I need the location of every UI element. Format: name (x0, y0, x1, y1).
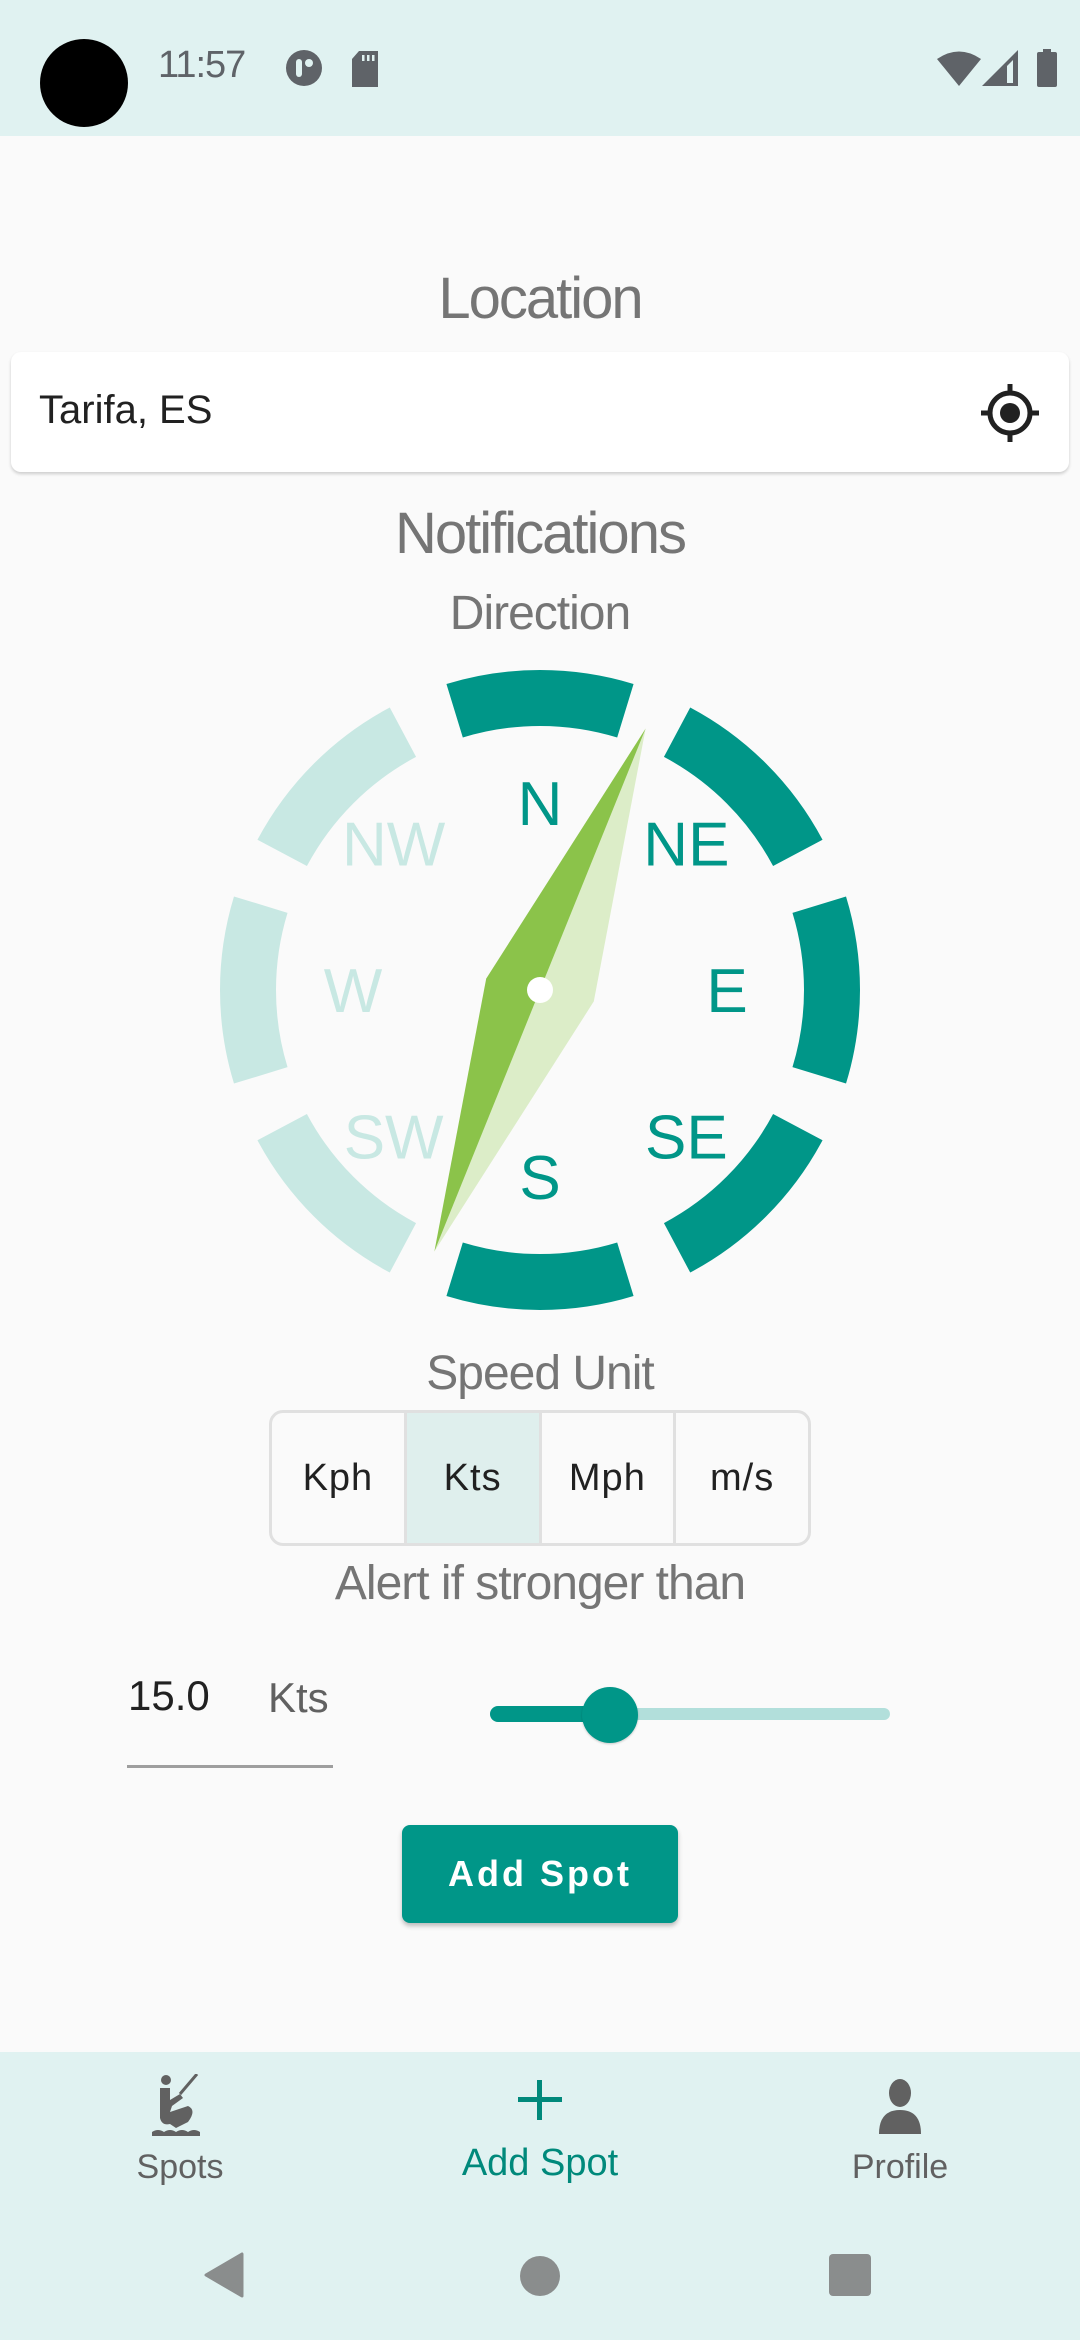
location-title: Location (438, 266, 643, 331)
compass-label-ne[interactable]: NE (643, 811, 729, 880)
alert-speed-input[interactable]: 15.0 (128, 1672, 210, 1720)
unit-button-kph[interactable]: Kph (272, 1413, 407, 1543)
compass-label-n[interactable]: N (518, 770, 563, 839)
nav-item-profile[interactable]: Profile (720, 2052, 1080, 2212)
slider-thumb[interactable] (582, 1687, 638, 1743)
bottom-navigation: Spots Add Spot Profile (0, 2052, 1080, 2212)
notifications-title: Notifications (395, 501, 687, 566)
back-icon[interactable] (204, 2252, 244, 2303)
nav-label-profile: Profile (851, 2148, 949, 2186)
needle-pivot (527, 977, 553, 1003)
compass-label-e[interactable]: E (706, 957, 747, 1026)
clock: 11:57 (158, 44, 246, 86)
speed-input-underline (127, 1765, 333, 1768)
sd-card-icon (350, 51, 380, 87)
direction-compass[interactable]: N NE E SE S SW W NW (210, 660, 870, 1320)
location-value[interactable]: Tarifa, ES (39, 388, 212, 433)
nav-label-add-spot: Add Spot (461, 2142, 619, 2184)
nav-item-spots[interactable]: Spots (0, 2052, 360, 2212)
compass-segment-e[interactable] (792, 896, 860, 1084)
pinwheel-icon (285, 49, 323, 87)
wifi-icon (937, 50, 981, 86)
cell-signal-icon (982, 50, 1018, 86)
alert-threshold-label: Alert if stronger than (334, 1557, 746, 1610)
recents-icon[interactable] (829, 2254, 871, 2301)
plus-icon (518, 2074, 562, 2129)
home-icon[interactable] (520, 2256, 560, 2301)
compass-label-nw[interactable]: NW (342, 811, 446, 880)
kitesurfing-icon (150, 2073, 210, 2143)
compass-label-se[interactable]: SE (645, 1103, 728, 1172)
person-icon (877, 2074, 923, 2143)
my-location-icon[interactable] (979, 382, 1041, 444)
unit-button-ms[interactable]: m/s (676, 1413, 808, 1543)
camera-cutout (40, 39, 128, 127)
alert-speed-slider[interactable] (490, 1680, 890, 1750)
nav-item-add-spot[interactable]: Add Spot (360, 2052, 720, 2212)
system-navigation-bar (0, 2212, 1080, 2340)
nav-label-spots: Spots (136, 2148, 224, 2186)
compass-segment-w[interactable] (220, 896, 288, 1084)
speed-unit-label: Speed Unit (426, 1347, 655, 1400)
add-spot-button[interactable]: Add Spot (402, 1825, 678, 1923)
compass-label-w[interactable]: W (324, 957, 383, 1026)
compass-label-sw[interactable]: SW (344, 1103, 444, 1172)
unit-button-mph[interactable]: Mph (542, 1413, 677, 1543)
unit-button-kts[interactable]: Kts (406, 1413, 542, 1543)
compass-label-s[interactable]: S (519, 1144, 560, 1213)
location-field[interactable]: Tarifa, ES (11, 352, 1069, 472)
compass-segment-n[interactable] (446, 670, 634, 738)
alert-speed-unit: Kts (268, 1674, 329, 1721)
battery-icon (1036, 49, 1058, 87)
status-bar: 11:57 (0, 0, 1080, 136)
compass-segment-s[interactable] (446, 1242, 634, 1310)
direction-label: Direction (449, 587, 631, 640)
speed-unit-toggle-group: Kph Kts Mph m/s (269, 1410, 811, 1546)
